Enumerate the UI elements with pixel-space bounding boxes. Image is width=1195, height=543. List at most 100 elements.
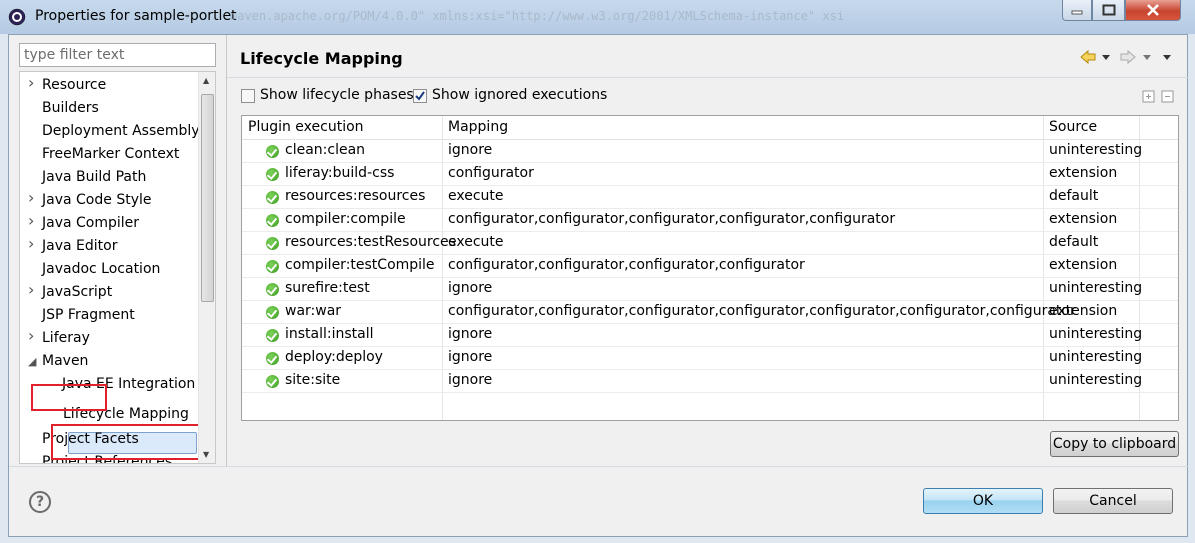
table-row[interactable]: resources:resources execute default [242,186,1178,209]
show-ignored-executions-checkbox[interactable] [413,89,427,103]
status-ok-icon [266,168,279,181]
expand-arrow-icon[interactable]: › [28,280,34,299]
tree-item-javascript[interactable]: JavaScript [42,281,112,303]
status-ok-icon [266,283,279,296]
expand-all-icon[interactable] [1142,90,1155,103]
status-ok-icon [266,306,279,319]
table-row[interactable]: deploy:deploy ignore uninteresting [242,347,1178,370]
table-row[interactable]: surefire:test ignore uninteresting [242,278,1178,301]
expand-arrow-icon[interactable]: › [28,73,34,92]
tree-item-freemarker-context[interactable]: FreeMarker Context [42,143,179,165]
tree-item-javadoc-location[interactable]: Javadoc Location [42,258,160,280]
tree-item-java-compiler[interactable]: Java Compiler [42,212,139,234]
status-ok-icon [266,214,279,227]
source-cell: extension [1049,165,1118,181]
close-icon [1147,4,1159,16]
menu-icon[interactable] [1143,55,1151,60]
mapping-cell: ignore [448,326,493,342]
tree-item-maven[interactable]: Maven [42,350,88,372]
table-row[interactable]: compiler:testCompile configurator,configu… [242,255,1178,278]
status-ok-icon [266,260,279,273]
forward-arrow-icon[interactable] [1120,49,1136,65]
preferences-tree: › Resource Builders Deployment Assembly Free… [19,71,216,464]
menu-icon[interactable] [1102,55,1110,60]
checkmark-icon [415,91,425,101]
status-ok-icon [266,237,279,250]
copy-to-clipboard-button[interactable]: Copy to clipboard [1050,431,1179,457]
table-row[interactable]: resources:testResources execute default [242,232,1178,255]
tree-item-deployment-assembly[interactable]: Deployment Assembly [42,120,200,142]
plugin-execution-cell: clean:clean [285,142,366,158]
mapping-cell: configurator [448,165,534,181]
plugin-execution-cell: resources:testResources [285,234,456,250]
expand-arrow-icon[interactable]: › [28,326,34,345]
maximize-icon [1102,4,1115,16]
source-cell: extension [1049,211,1118,227]
show-lifecycle-phases-checkbox[interactable] [241,89,255,103]
window-title: Properties for sample-portlet [35,8,237,24]
maximize-button[interactable] [1092,0,1125,21]
expand-arrow-icon[interactable]: › [28,234,34,253]
tree-item-builders[interactable]: Builders [42,97,99,119]
tree-item-java-editor[interactable]: Java Editor [42,235,117,257]
ok-button[interactable]: OK [923,488,1043,514]
status-ok-icon [266,191,279,204]
page-title: Lifecycle Mapping [240,49,403,68]
expand-arrow-icon[interactable]: › [28,188,34,207]
show-ignored-executions-label[interactable]: Show ignored executions [432,87,607,103]
table-header: Plugin execution Mapping Source [242,116,1178,140]
source-cell: default [1049,234,1099,250]
plugin-execution-cell: site:site [285,372,341,388]
back-arrow-icon[interactable] [1080,49,1096,65]
source-cell: uninteresting [1049,372,1143,388]
table-row[interactable]: site:site ignore uninteresting [242,370,1178,393]
column-header-source[interactable]: Source [1049,119,1097,135]
navigation-toolbar [1080,49,1171,65]
tree-item-java-code-style[interactable]: Java Code Style [42,189,151,211]
source-cell: extension [1049,303,1118,319]
mapping-cell: ignore [448,280,493,296]
minimize-button[interactable] [1062,0,1092,21]
mapping-cell: configurator,configurator,configurator,c… [448,211,896,227]
collapse-arrow-icon[interactable]: ◢ [28,355,36,368]
lifecycle-mapping-annotation-box [51,424,205,460]
close-button[interactable] [1125,0,1181,21]
table-row[interactable]: clean:clean ignore uninteresting [242,140,1178,163]
mapping-cell: execute [448,234,504,250]
tree-item-liferay[interactable]: Liferay [42,327,90,349]
scroll-down-icon[interactable]: ▼ [203,450,209,459]
show-lifecycle-phases-label[interactable]: Show lifecycle phases [260,87,414,103]
eclipse-icon [8,8,26,26]
scroll-up-icon[interactable]: ▲ [203,76,209,85]
source-cell: uninteresting [1049,280,1143,296]
tree-item-resource[interactable]: Resource [42,74,106,96]
menu-icon[interactable] [1163,55,1171,60]
tree-item-java-build-path[interactable]: Java Build Path [42,166,146,188]
plugin-execution-cell: compiler:testCompile [285,257,435,273]
title-bar: Properties for sample-portlet maven.apac… [0,0,1195,34]
column-header-plugin-execution[interactable]: Plugin execution [248,119,364,135]
expand-arrow-icon[interactable]: › [28,211,34,230]
mapping-cell: ignore [448,349,493,365]
status-ok-icon [266,352,279,365]
table-row[interactable]: war:war configurator,configurator,configu… [242,301,1178,324]
filter-input[interactable] [19,43,216,67]
table-row[interactable]: install:install ignore uninteresting [242,324,1178,347]
table-row[interactable]: compiler:compile configurator,configurato… [242,209,1178,232]
plugin-execution-cell: liferay:build-css [285,165,395,181]
tree-scrollbar[interactable]: ▲ ▼ [198,72,215,463]
source-cell: extension [1049,257,1118,273]
pane-divider[interactable] [226,35,227,466]
background-window-text: maven.apache.org/POM/4.0.0" xmlns:xsi="h… [230,9,845,23]
help-icon[interactable]: ? [29,491,51,513]
scrollbar-thumb[interactable] [201,94,214,302]
tree-item-jsp-fragment[interactable]: JSP Fragment [42,304,135,326]
column-header-mapping[interactable]: Mapping [448,119,508,135]
cancel-button[interactable]: Cancel [1053,488,1173,514]
collapse-all-icon[interactable] [1161,90,1174,103]
mapping-cell: execute [448,188,504,204]
plugin-execution-cell: install:install [285,326,374,342]
mapping-cell: ignore [448,142,493,158]
lifecycle-mapping-table: Plugin execution Mapping Source clean:cl… [241,115,1179,421]
table-row[interactable]: liferay:build-css configurator extension [242,163,1178,186]
